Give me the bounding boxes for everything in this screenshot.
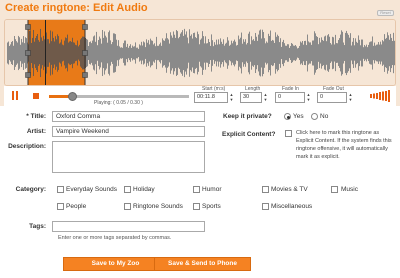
length-field[interactable]: 30 bbox=[240, 92, 262, 103]
selection-start-handle-1 bbox=[25, 50, 31, 56]
page-title: Create ringtone: Edit Audio bbox=[5, 2, 148, 14]
explicit-description: Click here to mark this ringtone as Expl… bbox=[296, 130, 392, 160]
selection-end-handle-0 bbox=[82, 24, 88, 30]
category-label-ringtone-sounds: Ringtone Sounds bbox=[133, 203, 183, 210]
reset-button[interactable]: Reset bbox=[377, 10, 394, 16]
category-checkbox-holiday[interactable] bbox=[124, 186, 131, 193]
category-checkbox-ringtone-sounds[interactable] bbox=[124, 203, 131, 210]
fade-in-stepper[interactable]: ▲ ▼ bbox=[306, 92, 311, 103]
category-label-humor: Humor bbox=[202, 186, 222, 193]
category-label-everyday-sounds: Everyday Sounds bbox=[66, 186, 117, 193]
player-controls: Playing: ( 0.05 / 0.30 ) Start (m:s) 00:… bbox=[4, 86, 396, 106]
category-checkbox-sports[interactable] bbox=[193, 203, 200, 210]
stop-icon[interactable] bbox=[33, 93, 39, 99]
category-label: Category: bbox=[15, 186, 46, 193]
category-label-miscellaneous: Miscellaneous bbox=[271, 203, 313, 210]
explicit-label: Explicit Content? bbox=[222, 131, 276, 138]
selection-end-handle-1 bbox=[82, 50, 88, 56]
category-label-holiday: Holiday bbox=[133, 186, 155, 193]
tags-hint: Enter one or more tags separated by comm… bbox=[58, 235, 172, 241]
private-label: Keep it private? bbox=[223, 113, 272, 120]
selection-start-handle-2 bbox=[25, 72, 31, 78]
title-label: * Title: bbox=[26, 113, 46, 120]
category-checkbox-humor[interactable] bbox=[193, 186, 200, 193]
category-label-people: People bbox=[66, 203, 87, 210]
tags-label: Tags: bbox=[29, 223, 46, 230]
explicit-checkbox[interactable] bbox=[285, 130, 292, 137]
private-yes-label: Yes bbox=[293, 113, 304, 120]
save-to-my-zoo-button[interactable]: Save to My Zoo bbox=[63, 257, 168, 271]
fade-out-field[interactable]: 0 bbox=[317, 92, 347, 103]
category-checkbox-miscellaneous[interactable] bbox=[262, 203, 269, 210]
category-label-movies-tv: Movies & TV bbox=[271, 186, 308, 193]
selection-start-handle-0 bbox=[25, 24, 31, 30]
fade-in-field[interactable]: 0 bbox=[275, 92, 305, 103]
ringtone-form: * Title: Oxford Comma Artist: Vampire We… bbox=[0, 106, 400, 278]
waveform-editor[interactable] bbox=[4, 19, 396, 86]
save-and-send-button[interactable]: Save & Send to Phone bbox=[154, 257, 251, 271]
category-checkbox-movies-tv[interactable] bbox=[262, 186, 269, 193]
artist-label: Artist: bbox=[26, 128, 46, 135]
pause-icon[interactable] bbox=[12, 91, 18, 100]
category-label-music: Music bbox=[341, 186, 358, 193]
start-field[interactable]: 00:11.8 bbox=[194, 92, 228, 103]
category-checkbox-music[interactable] bbox=[331, 186, 338, 193]
waveform bbox=[5, 20, 395, 85]
playhead-line bbox=[45, 20, 46, 85]
description-label: Description: bbox=[8, 143, 46, 150]
private-yes-radio[interactable] bbox=[284, 113, 291, 120]
title-input[interactable]: Oxford Comma bbox=[52, 111, 205, 122]
tags-input[interactable] bbox=[52, 221, 205, 232]
fade-out-stepper[interactable]: ▲ ▼ bbox=[348, 92, 353, 103]
category-checkbox-everyday-sounds[interactable] bbox=[57, 186, 64, 193]
artist-input[interactable]: Vampire Weekend bbox=[52, 126, 205, 137]
playback-progress-knob[interactable] bbox=[68, 92, 78, 101]
category-label-sports: Sports bbox=[202, 203, 221, 210]
description-textarea[interactable] bbox=[52, 141, 205, 173]
private-no-label: No bbox=[320, 113, 329, 120]
playback-progress-bar[interactable] bbox=[49, 92, 189, 101]
title-bar: Create ringtone: Edit Audio Reset bbox=[0, 0, 400, 16]
length-stepper[interactable]: ▲ ▼ bbox=[263, 92, 268, 103]
volume-icon[interactable] bbox=[370, 90, 392, 102]
category-checkbox-people[interactable] bbox=[57, 203, 64, 210]
selection-end-handle-2 bbox=[82, 72, 88, 78]
private-no-radio[interactable] bbox=[311, 113, 318, 120]
start-stepper[interactable]: ▲ ▼ bbox=[229, 92, 234, 103]
